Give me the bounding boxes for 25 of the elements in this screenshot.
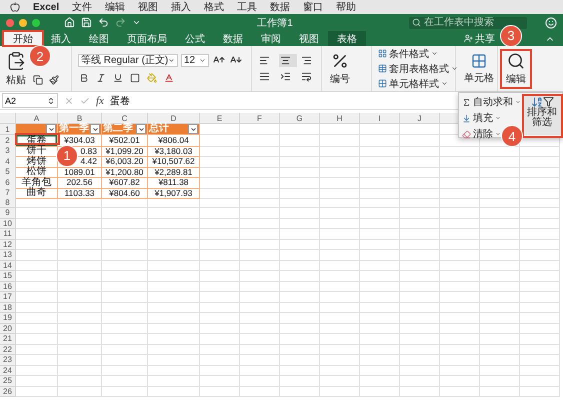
table-cell: 202.56 <box>58 176 102 188</box>
callout-badge: 4 <box>501 125 523 147</box>
table-cell: ¥607.82 <box>102 176 148 188</box>
table-cell: 饼干 <box>16 145 58 157</box>
table-cell: ¥3,180.03 <box>148 145 200 157</box>
table-cell: ¥1,907.93 <box>148 187 200 199</box>
table-cell: 烤饼 <box>16 156 58 168</box>
table-cell: 1089.01 <box>58 166 102 178</box>
table-cell: ¥804.60 <box>102 187 148 199</box>
header-label: 总计 <box>149 124 169 134</box>
table-cell: ¥1,200.80 <box>102 166 148 178</box>
table-cell: ¥502.01 <box>102 134 148 146</box>
window-title: 工作簿1 <box>256 16 294 30</box>
table-cell: ¥6,003.20 <box>102 156 148 168</box>
table-cell: 曲奇 <box>16 187 58 199</box>
table-cell: ¥806.04 <box>148 134 200 146</box>
callout-badge: 1 <box>56 144 78 166</box>
table-cell: ¥1,099.20 <box>102 145 148 157</box>
header-label: 第一季 <box>59 124 89 134</box>
table-cell: ¥811.38 <box>148 176 200 188</box>
table-cell: ¥304.03 <box>58 134 102 146</box>
table-cell: ¥2,289.81 <box>148 166 200 178</box>
table-cell: 1103.33 <box>58 187 102 199</box>
table-cell: ¥10,507.62 <box>148 156 200 168</box>
table-cell: 松饼 <box>16 166 58 178</box>
